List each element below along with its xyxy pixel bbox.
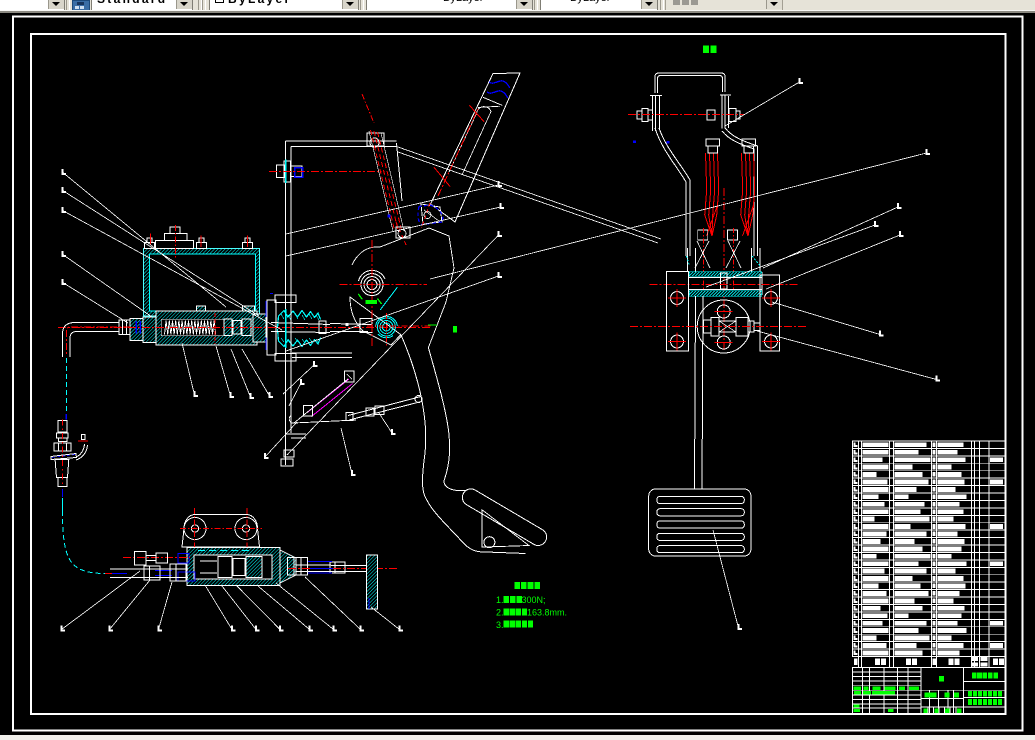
svg-text:163.8mm.: 163.8mm. xyxy=(527,608,567,618)
svg-text:1.: 1. xyxy=(496,595,504,605)
svg-text:2.: 2. xyxy=(496,608,504,618)
svg-text:300N;: 300N; xyxy=(522,595,546,605)
svg-text:3.: 3. xyxy=(496,620,504,630)
